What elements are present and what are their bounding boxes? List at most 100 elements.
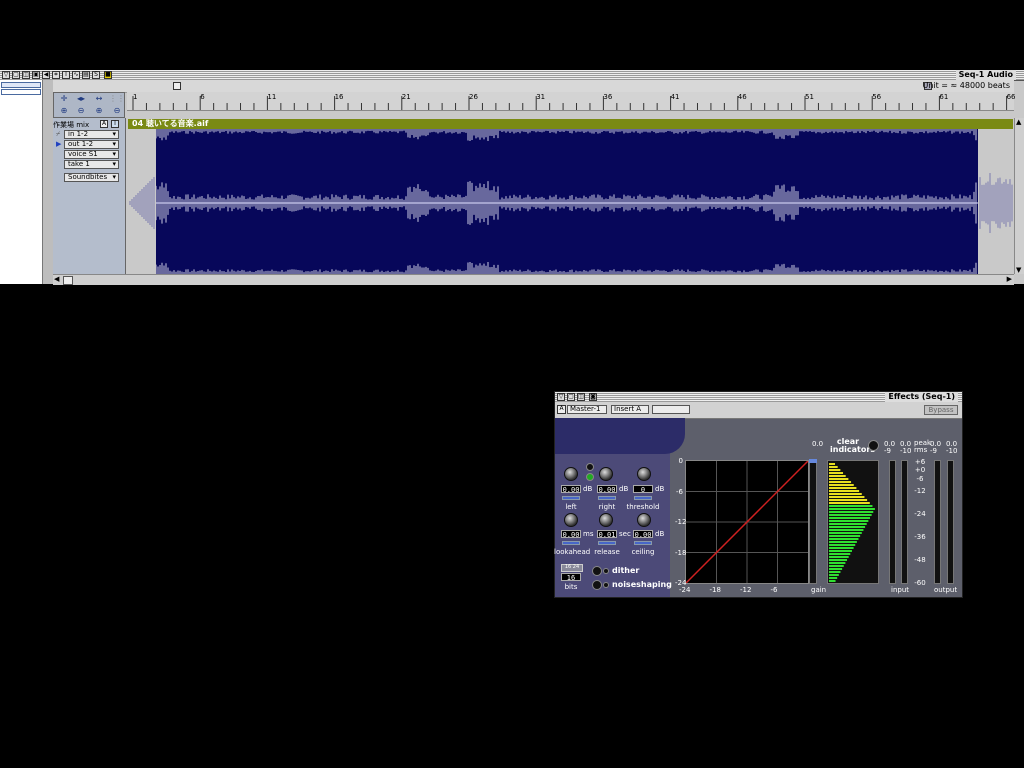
- waveform-area[interactable]: [128, 129, 1013, 274]
- scrub-icon[interactable]: ✛: [56, 94, 72, 104]
- scroll-left-icon[interactable]: ◀: [54, 275, 59, 283]
- threshold-stepper[interactable]: [634, 496, 652, 500]
- histogram-bar: [829, 574, 839, 576]
- tool-icon[interactable]: ■: [104, 71, 112, 79]
- right-stepper[interactable]: [598, 496, 616, 500]
- link-indicator[interactable]: [586, 473, 594, 481]
- meter-scale-label: +0: [914, 466, 926, 474]
- meter-scale-label: -48: [914, 556, 926, 564]
- lookahead-stepper[interactable]: [562, 541, 580, 545]
- ruler-tick-label: 41: [670, 93, 680, 101]
- audio-waveform: [128, 129, 1013, 274]
- timeline-ruler[interactable]: 1 6 11 16 21 26 31 36 41 46 51 56 61 66: [127, 92, 1016, 111]
- unit-label: Unit = ≈ 48000 beats: [922, 81, 1010, 90]
- vertical-scrollbar[interactable]: ▲ ▼: [1014, 118, 1024, 274]
- tool-icon[interactable]: ▣: [32, 71, 40, 79]
- ruler-tick-label: 1: [133, 93, 138, 101]
- output-rms-left: -9: [930, 447, 937, 455]
- lookahead-value[interactable]: 0.00: [561, 530, 581, 539]
- release-knob[interactable]: [599, 513, 613, 527]
- info-button[interactable]: I: [111, 120, 119, 128]
- soundbites-select[interactable]: Soundbites: [64, 173, 119, 182]
- tool-icon[interactable]: ▤: [82, 71, 90, 79]
- release-stepper[interactable]: [598, 541, 616, 545]
- preset-field[interactable]: [652, 405, 690, 414]
- meter-scale-label: +6: [914, 458, 926, 466]
- tool-icon[interactable]: I: [62, 71, 70, 79]
- track-list-row[interactable]: [1, 82, 41, 88]
- output-select[interactable]: out 1-2: [64, 140, 119, 149]
- ceiling-stepper[interactable]: [634, 541, 652, 545]
- histogram-bar: [829, 544, 856, 546]
- scroll-up-icon[interactable]: ▲: [1016, 118, 1021, 126]
- marker-icon[interactable]: [173, 82, 181, 90]
- move-icon[interactable]: ◂▸: [73, 94, 89, 104]
- collapse-icon[interactable]: ▽: [2, 71, 10, 79]
- ceiling-knob[interactable]: [637, 513, 651, 527]
- automation-button[interactable]: A: [100, 120, 108, 128]
- tool-icon[interactable]: ◫: [22, 71, 30, 79]
- scroll-thumb[interactable]: [63, 276, 73, 285]
- right-knob[interactable]: [599, 467, 613, 481]
- graph-y-tick-label: -12: [675, 518, 687, 526]
- master-select[interactable]: Master-1: [567, 405, 607, 414]
- scroll-right-icon[interactable]: ▶: [1007, 275, 1012, 283]
- histogram-bar: [829, 493, 862, 495]
- threshold-value[interactable]: 0: [633, 485, 653, 494]
- collapse-icon[interactable]: ▽: [557, 393, 565, 401]
- output-meter-left: [934, 460, 941, 584]
- grid-icon[interactable]: ⋮⋮: [109, 94, 125, 104]
- tool-icon[interactable]: ▢: [567, 393, 575, 401]
- zoom-icon[interactable]: ⊖: [109, 106, 125, 116]
- automation-button[interactable]: A: [557, 405, 566, 414]
- voice-select[interactable]: voice S1: [64, 150, 119, 159]
- zoom-in-icon[interactable]: ⊕: [56, 106, 72, 116]
- track-list-panel[interactable]: [0, 80, 43, 284]
- threshold-knob[interactable]: [637, 467, 651, 481]
- gain-handle[interactable]: [809, 459, 817, 463]
- ruler-tick-label: 31: [536, 93, 546, 101]
- release-value[interactable]: 0.01: [597, 530, 617, 539]
- histogram-bar: [829, 490, 860, 492]
- tool-icon[interactable]: ◀: [42, 71, 50, 79]
- trim-icon[interactable]: ↔: [91, 94, 107, 104]
- left-value[interactable]: 0.00: [561, 485, 581, 494]
- tool-icon[interactable]: ◫: [577, 393, 585, 401]
- tool-icon[interactable]: ∿: [72, 71, 80, 79]
- track-list-row[interactable]: [1, 89, 41, 95]
- bits-switch[interactable]: 16 24: [561, 564, 583, 572]
- region-name-bar[interactable]: 04 聴いてる音楽.aif: [128, 119, 1013, 129]
- graph-y-tick-label: 0: [678, 457, 683, 465]
- histogram-bar: [829, 532, 862, 534]
- camera-icon[interactable]: ◙: [589, 393, 597, 401]
- zoom-out-icon[interactable]: ⊖: [73, 106, 89, 116]
- play-arrow-icon[interactable]: ▶: [56, 140, 61, 148]
- graph-x-tick-label: -18: [709, 586, 721, 594]
- meter-scale-label: -6: [916, 475, 924, 483]
- record-arrow-icon[interactable]: ⌿: [56, 130, 60, 139]
- tool-icon[interactable]: ▢: [12, 71, 20, 79]
- take-select[interactable]: take 1: [64, 160, 119, 169]
- right-value[interactable]: 0.00: [597, 485, 617, 494]
- zoom-icon[interactable]: ⊕: [91, 106, 107, 116]
- left-knob[interactable]: [564, 467, 578, 481]
- scroll-down-icon[interactable]: ▼: [1016, 266, 1021, 274]
- histogram-bar: [829, 547, 854, 549]
- link-indicator[interactable]: [586, 463, 594, 471]
- tool-icon[interactable]: S: [92, 71, 100, 79]
- dither-toggle[interactable]: [592, 566, 602, 576]
- lookahead-knob[interactable]: [564, 513, 578, 527]
- insert-select[interactable]: Insert A: [611, 405, 649, 414]
- noiseshaping-toggle[interactable]: [592, 580, 602, 590]
- clear-indicators-button[interactable]: [868, 440, 879, 451]
- histogram-bar: [829, 523, 867, 525]
- bypass-button[interactable]: Bypass: [924, 405, 958, 415]
- tool-icon[interactable]: ⌗: [52, 71, 60, 79]
- input-select[interactable]: in 1-2: [64, 130, 119, 139]
- track-header: 作業場 mix A I ⌿ ▶ in 1-2 out 1-2 voice S1 …: [53, 118, 126, 274]
- left-stepper[interactable]: [562, 496, 580, 500]
- histogram-bar: [829, 541, 857, 543]
- horizontal-scrollbar[interactable]: ◀ ▶: [53, 274, 1014, 285]
- ceiling-value[interactable]: 0.00: [633, 530, 653, 539]
- bits-value[interactable]: 16: [561, 573, 581, 582]
